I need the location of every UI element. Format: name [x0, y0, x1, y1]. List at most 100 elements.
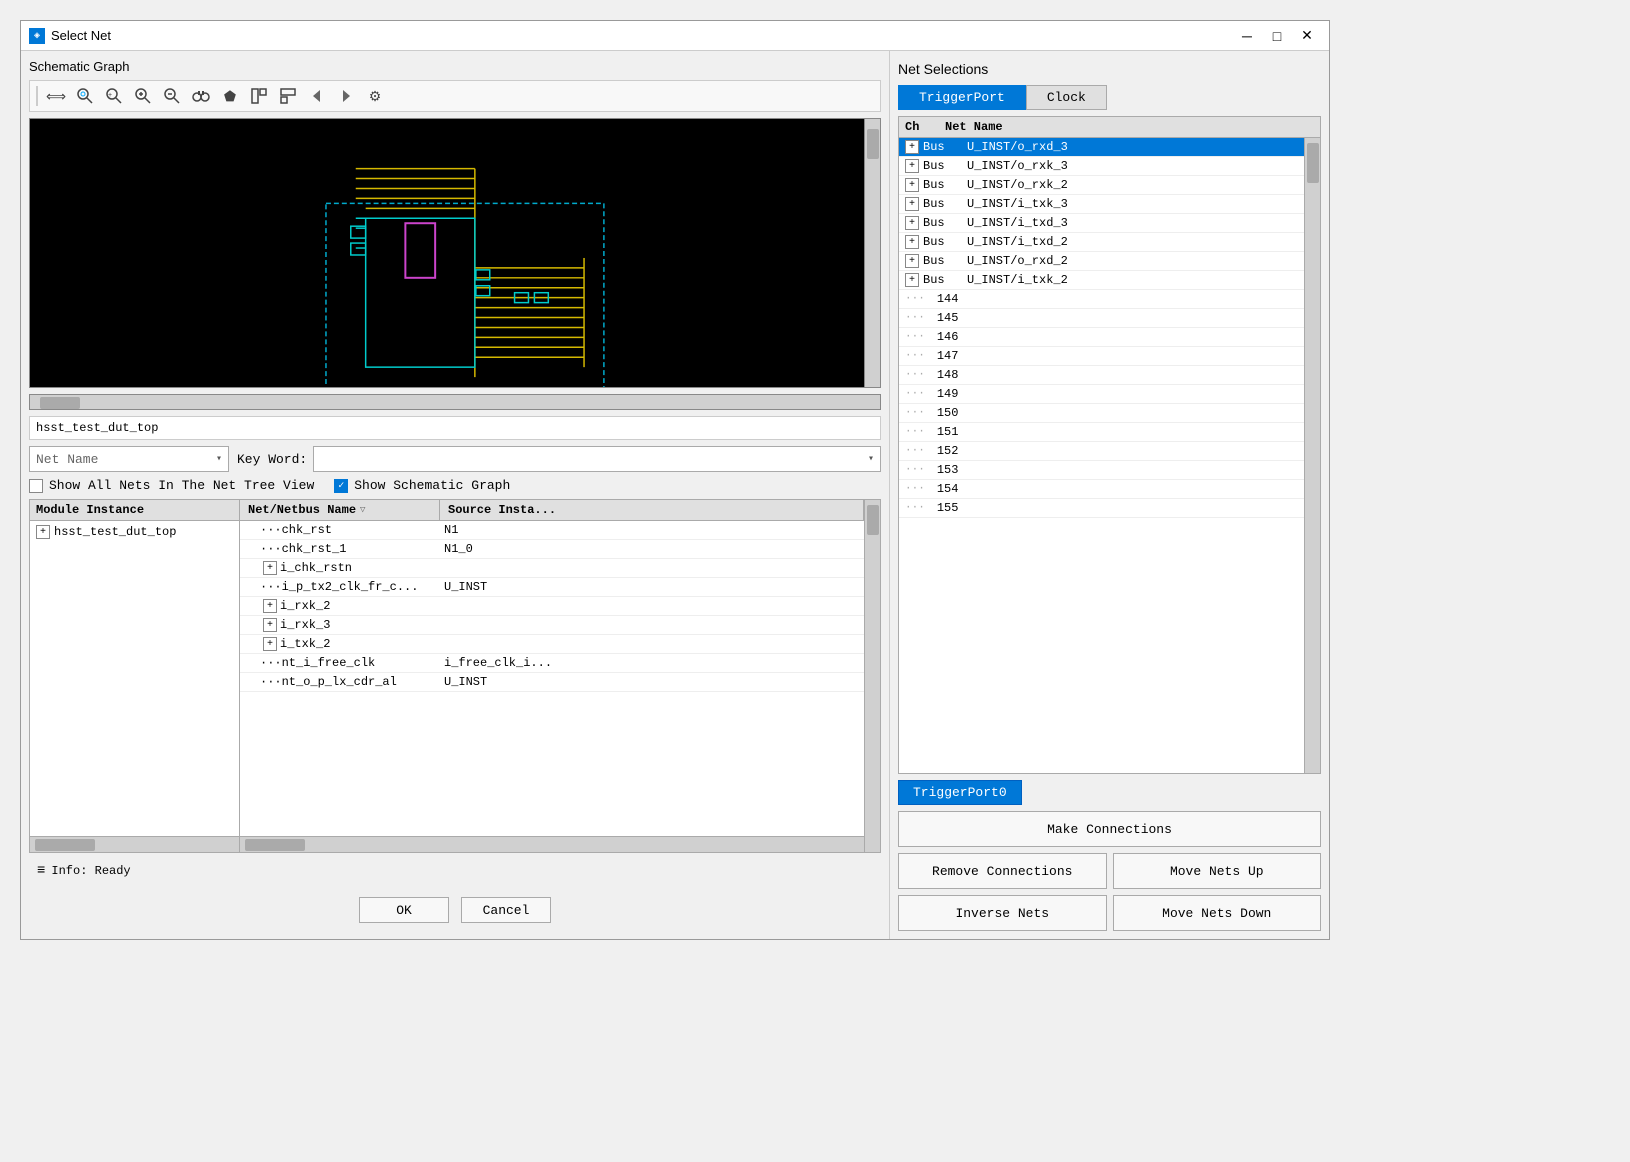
ns-expand-icon[interactable]: + — [905, 235, 919, 249]
ns-vscrollbar[interactable] — [1304, 138, 1320, 773]
toolbar-forward-btn[interactable] — [333, 84, 359, 108]
list-item[interactable]: + i_rxk_3 — [240, 616, 864, 635]
toolbar-zoom-out-btn[interactable] — [159, 84, 185, 108]
list-item[interactable]: + Bus U_INST/i_txk_2 — [899, 271, 1304, 290]
toolbar-zoom-in-btn[interactable] — [130, 84, 156, 108]
net-hscroll-thumb[interactable] — [245, 839, 305, 851]
list-item[interactable]: + Bus U_INST/o_rxd_3 — [899, 138, 1304, 157]
net-name-dropdown[interactable]: Net Name ▾ — [29, 446, 229, 472]
ns-rows[interactable]: + Bus U_INST/o_rxd_3 + Bus U_INST/o_rxk_… — [899, 138, 1304, 773]
ns-expand-icon[interactable]: + — [905, 197, 919, 211]
module-hscroll-thumb[interactable] — [35, 839, 95, 851]
net-rows[interactable]: ···chk_rst N1 ···chk_rst_1 N1_0 + i_chk_… — [240, 521, 864, 836]
toolbar-binoculars-btn[interactable] — [188, 84, 214, 108]
module-content[interactable]: + hsst_test_dut_top — [30, 521, 239, 836]
ns-expand-icon[interactable]: + — [905, 178, 919, 192]
titlebar-controls: ─ □ ✕ — [1233, 25, 1321, 47]
show-all-nets-box[interactable] — [29, 479, 43, 493]
ns-expand-icon[interactable]: + — [905, 159, 919, 173]
schematic-scrollbar-right[interactable] — [864, 119, 880, 387]
bottom-tables: Module Instance + hsst_test_dut_top — [29, 499, 881, 853]
toolbar-fit-btn[interactable]: ⟺ — [43, 84, 69, 108]
move-nets-down-button[interactable]: Move Nets Down — [1113, 895, 1322, 931]
list-item[interactable]: + i_txk_2 — [240, 635, 864, 654]
toolbar-layout2-btn[interactable] — [275, 84, 301, 108]
keyword-label: Key Word: — [237, 452, 307, 467]
ns-expand-icon[interactable]: + — [905, 254, 919, 268]
list-item[interactable]: ··· 144 — [899, 290, 1304, 309]
show-schematic-box[interactable] — [334, 479, 348, 493]
toolbar-back-btn[interactable] — [304, 84, 330, 108]
tables-vscrollbar[interactable] — [864, 500, 880, 852]
toolbar-settings-btn[interactable]: ⚙ — [362, 84, 388, 108]
net-name-sort-icon[interactable]: ▽ — [360, 505, 365, 515]
list-item[interactable]: ··· 150 — [899, 404, 1304, 423]
ns-vscroll-thumb[interactable] — [1307, 143, 1319, 183]
cancel-button[interactable]: Cancel — [461, 897, 551, 923]
list-item[interactable]: ···nt_o_p_lx_cdr_al U_INST — [240, 673, 864, 692]
list-item[interactable]: + Bus U_INST/i_txd_3 — [899, 214, 1304, 233]
triggerport0-tab[interactable]: TriggerPort0 — [898, 780, 1022, 805]
module-hscrollbar[interactable] — [30, 836, 239, 852]
toolbar-search-btn[interactable] — [72, 84, 98, 108]
right-panel: Net Selections TriggerPort Clock Ch Net … — [889, 51, 1329, 939]
info-icon: ≡ — [37, 863, 45, 879]
schematic-hscrollbar[interactable] — [29, 394, 881, 410]
tab-row: TriggerPort Clock — [898, 85, 1321, 110]
schematic-vscroll-thumb[interactable] — [867, 129, 879, 159]
schematic-hscroll-thumb[interactable] — [40, 397, 80, 409]
ok-button[interactable]: OK — [359, 897, 449, 923]
list-item[interactable]: ··· 152 — [899, 442, 1304, 461]
make-connections-button[interactable]: Make Connections — [898, 811, 1321, 847]
list-item[interactable]: ···i_p_tx2_clk_fr_c... U_INST — [240, 578, 864, 597]
list-item[interactable]: ···chk_rst_1 N1_0 — [240, 540, 864, 559]
net-hscrollbar[interactable] — [240, 836, 864, 852]
module-expand-icon[interactable]: + — [36, 525, 50, 539]
list-item[interactable]: + Bus U_INST/o_rxd_2 — [899, 252, 1304, 271]
remove-connections-button[interactable]: Remove Connections — [898, 853, 1107, 889]
keyword-input[interactable]: ▾ — [313, 446, 881, 472]
schematic-view[interactable] — [29, 118, 881, 388]
list-item[interactable]: ···chk_rst N1 — [240, 521, 864, 540]
list-item[interactable]: + Bus U_INST/i_txd_2 — [899, 233, 1304, 252]
list-item[interactable]: ··· 147 — [899, 347, 1304, 366]
circuit-svg — [30, 119, 880, 387]
svg-text:+: + — [108, 92, 112, 99]
show-schematic-label: Show Schematic Graph — [354, 478, 510, 493]
show-all-nets-checkbox[interactable]: Show All Nets In The Net Tree View — [29, 478, 314, 493]
move-nets-up-button[interactable]: Move Nets Up — [1113, 853, 1322, 889]
toolbar-layout1-btn[interactable] — [246, 84, 272, 108]
tab-triggerport[interactable]: TriggerPort — [898, 85, 1026, 110]
inverse-nets-button[interactable]: Inverse Nets — [898, 895, 1107, 931]
close-button[interactable]: ✕ — [1293, 25, 1321, 47]
net-selections-title: Net Selections — [898, 59, 1321, 79]
list-item[interactable]: ··· 154 — [899, 480, 1304, 499]
list-item[interactable]: + i_chk_rstn — [240, 559, 864, 578]
list-item[interactable]: + Bus U_INST/i_txk_3 — [899, 195, 1304, 214]
action-buttons: Make Connections Remove Connections Move… — [898, 811, 1321, 931]
show-schematic-checkbox[interactable]: Show Schematic Graph — [334, 478, 510, 493]
toolbar-zoom-search-btn[interactable]: + — [101, 84, 127, 108]
tables-vscroll-thumb[interactable] — [867, 505, 879, 535]
list-item[interactable]: + i_rxk_2 — [240, 597, 864, 616]
ns-expand-icon[interactable]: + — [905, 140, 919, 154]
list-item[interactable]: ··· 148 — [899, 366, 1304, 385]
minimize-button[interactable]: ─ — [1233, 25, 1261, 47]
list-item[interactable]: ··· 146 — [899, 328, 1304, 347]
module-tree-item[interactable]: + hsst_test_dut_top — [32, 523, 237, 541]
info-text: Info: Ready — [51, 864, 130, 878]
list-item[interactable]: ··· 145 — [899, 309, 1304, 328]
toolbar-highlight-btn[interactable]: ⬟ — [217, 84, 243, 108]
list-item[interactable]: ··· 151 — [899, 423, 1304, 442]
ns-table-body: + Bus U_INST/o_rxd_3 + Bus U_INST/o_rxk_… — [899, 138, 1320, 773]
list-item[interactable]: ··· 153 — [899, 461, 1304, 480]
list-item[interactable]: ···nt_i_free_clk i_free_clk_i... — [240, 654, 864, 673]
ns-expand-icon[interactable]: + — [905, 273, 919, 287]
list-item[interactable]: + Bus U_INST/o_rxk_2 — [899, 176, 1304, 195]
list-item[interactable]: + Bus U_INST/o_rxk_3 — [899, 157, 1304, 176]
list-item[interactable]: ··· 149 — [899, 385, 1304, 404]
list-item[interactable]: ··· 155 — [899, 499, 1304, 518]
ns-expand-icon[interactable]: + — [905, 216, 919, 230]
tab-clock[interactable]: Clock — [1026, 85, 1107, 110]
maximize-button[interactable]: □ — [1263, 25, 1291, 47]
